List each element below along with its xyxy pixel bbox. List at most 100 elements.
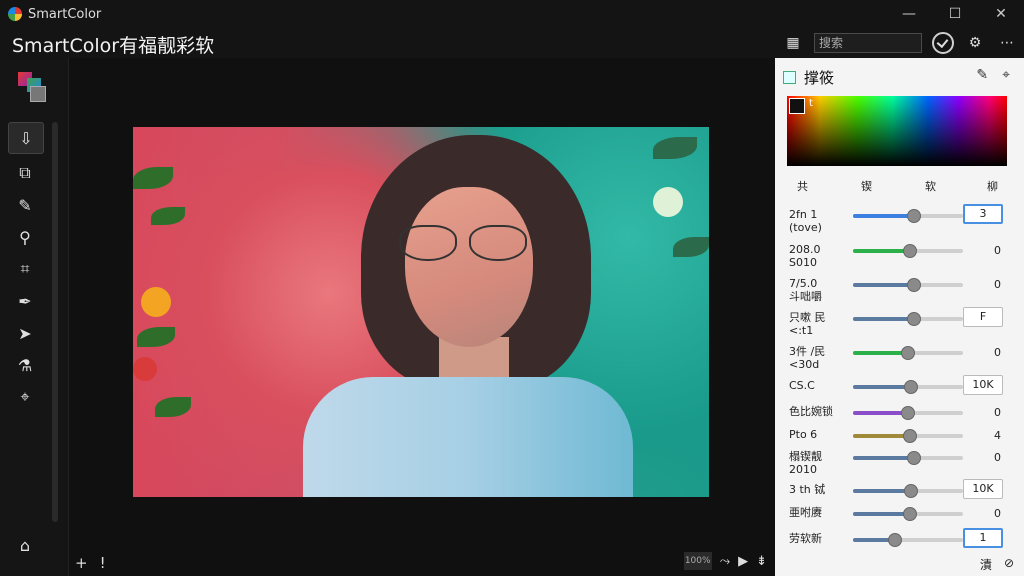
slider-track[interactable] (853, 533, 963, 547)
slider-label: 7/5.0 斗咄嚼 (789, 277, 822, 303)
slider-knob[interactable] (906, 278, 921, 292)
slider-fill (853, 351, 908, 355)
layout-grid-icon[interactable]: ▦ (782, 32, 804, 54)
slider-value-input[interactable]: 3 (963, 204, 1003, 224)
slider-knob[interactable] (901, 406, 915, 420)
slider-value: 4 (994, 429, 1001, 442)
slider-label: 色比婉锁 (789, 405, 833, 418)
header-tools: ▦ 搜索 ⚙ ⋯ (782, 30, 1018, 56)
slider-track[interactable] (853, 507, 963, 521)
edit-pen-icon[interactable]: ✎ (976, 67, 988, 83)
slider-track[interactable] (853, 380, 963, 394)
panel-tabs: 共 锲 软 柳 (787, 178, 1009, 194)
slider-fill (853, 283, 914, 287)
search-input[interactable]: 搜索 (814, 33, 922, 53)
link-icon[interactable]: ⊘ (1004, 556, 1014, 573)
slider-track[interactable] (853, 278, 963, 292)
canvas-footer-left: + ! (75, 554, 106, 572)
slider-value: 0 (994, 406, 1001, 419)
tab-0[interactable]: 共 (797, 178, 808, 194)
slider-fill (853, 249, 911, 253)
zoom-tool-icon[interactable]: ⚲ (8, 222, 42, 252)
minimize-button[interactable]: — (886, 0, 932, 28)
leaf-decoration (155, 397, 191, 417)
slider-row: 2fn 1 (tove) 3 (789, 204, 1015, 234)
tab-3[interactable]: 柳 (987, 178, 998, 194)
tab-2[interactable]: 软 (925, 178, 936, 194)
import-tool-icon[interactable]: ⇩ (8, 122, 44, 154)
color-swatch-stack[interactable] (18, 72, 48, 102)
leaf-decoration (151, 207, 185, 225)
crop-tool-icon[interactable]: ⌗ (8, 254, 42, 284)
play-icon[interactable]: ▶ (738, 554, 748, 569)
slider-track[interactable] (853, 429, 963, 443)
slider-knob[interactable] (906, 312, 921, 326)
panel-enable-checkbox[interactable] (783, 70, 796, 84)
flower-decoration (653, 187, 683, 217)
slider-value: 0 (994, 244, 1001, 257)
zoom-level[interactable]: 100% (683, 552, 712, 570)
pen-tool-icon[interactable]: ✒ (8, 286, 42, 316)
home-icon[interactable]: ⌂ (8, 530, 42, 560)
slider-track[interactable] (853, 406, 963, 420)
slider-track[interactable] (853, 484, 963, 498)
swatch-neutral (30, 86, 46, 102)
slider-knob[interactable] (904, 380, 919, 394)
slider-knob[interactable] (904, 484, 919, 498)
slider-knob[interactable] (903, 429, 918, 443)
slider-knob[interactable] (887, 533, 902, 547)
slider-row: 3件 /民 <30d 0 (789, 343, 1015, 371)
adjustment-panel: 撑筱 ✎ ⌖ t 共 锲 软 柳 2fn 1 (tove) 3 208.0 S010… (775, 58, 1024, 576)
slider-label: 208.0 S010 (789, 243, 821, 269)
spectrum-chip-icon[interactable] (789, 98, 805, 114)
more-options-icon[interactable]: ⋯ (996, 32, 1018, 54)
slider-label: CS.C (789, 379, 815, 392)
close-button[interactable]: ✕ (978, 0, 1024, 28)
slider-knob[interactable] (903, 507, 918, 521)
confirm-circle-icon[interactable] (932, 32, 954, 54)
share-icon[interactable]: ⤳ (720, 554, 730, 569)
slider-track[interactable] (853, 312, 963, 326)
spectrum-label: t (809, 98, 813, 109)
page-down-icon[interactable]: ⇟ (756, 554, 767, 569)
slider-value-input[interactable]: F (963, 307, 1003, 327)
panel-header-icons: ✎ ⌖ (976, 67, 1010, 83)
add-button[interactable]: + (75, 554, 88, 572)
flower-decoration (141, 287, 171, 317)
color-spectrum[interactable]: t (787, 96, 1007, 166)
tab-1[interactable]: 锲 (861, 178, 872, 194)
photo-preview[interactable] (133, 127, 709, 497)
slider-label: 2fn 1 (tove) (789, 208, 822, 234)
panel-title: 撑筱 (804, 68, 835, 87)
slider-value-input[interactable]: 10K (963, 479, 1003, 499)
settings-gear-icon[interactable]: ⚙ (964, 32, 986, 54)
slider-knob[interactable] (901, 346, 915, 360)
slider-track[interactable] (853, 209, 963, 223)
slider-knob[interactable] (903, 244, 918, 258)
slider-row: Pto 6 4 (789, 426, 1015, 448)
slider-value-input[interactable]: 1 (963, 528, 1003, 548)
slider-row: 只嗽 民 <:t1 F (789, 307, 1015, 337)
panel-footer-label: 漬 (979, 558, 992, 572)
eyedropper-tool-icon[interactable]: ⚗ (8, 350, 42, 380)
grid-tool-icon[interactable]: ⌖ (8, 382, 42, 412)
maximize-button[interactable]: ☐ (932, 0, 978, 28)
slider-row: 3 th 铽 10K (789, 479, 1015, 503)
transform-tool-icon[interactable]: ⧉ (8, 158, 42, 188)
slider-track[interactable] (853, 244, 963, 258)
slider-row: 7/5.0 斗咄嚼 0 (789, 275, 1015, 303)
brush-tool-icon[interactable]: ✎ (8, 190, 42, 220)
toolbar-scrollbar[interactable] (52, 122, 58, 522)
pin-icon[interactable]: ⌖ (1002, 67, 1010, 83)
pointer-tool-icon[interactable]: ➤ (8, 318, 42, 348)
slider-value-input[interactable]: 10K (963, 375, 1003, 395)
slider-track[interactable] (853, 451, 963, 465)
slider-row: 色比婉锁 0 (789, 403, 1015, 425)
slider-knob[interactable] (906, 451, 921, 465)
canvas-footer-right: 100% ⤳ ▶ ⇟ (683, 552, 767, 570)
slider-track[interactable] (853, 346, 963, 360)
subject-glasses (399, 225, 539, 265)
slider-knob[interactable] (906, 209, 921, 223)
subject-face (405, 187, 533, 347)
info-button[interactable]: ! (100, 554, 106, 572)
